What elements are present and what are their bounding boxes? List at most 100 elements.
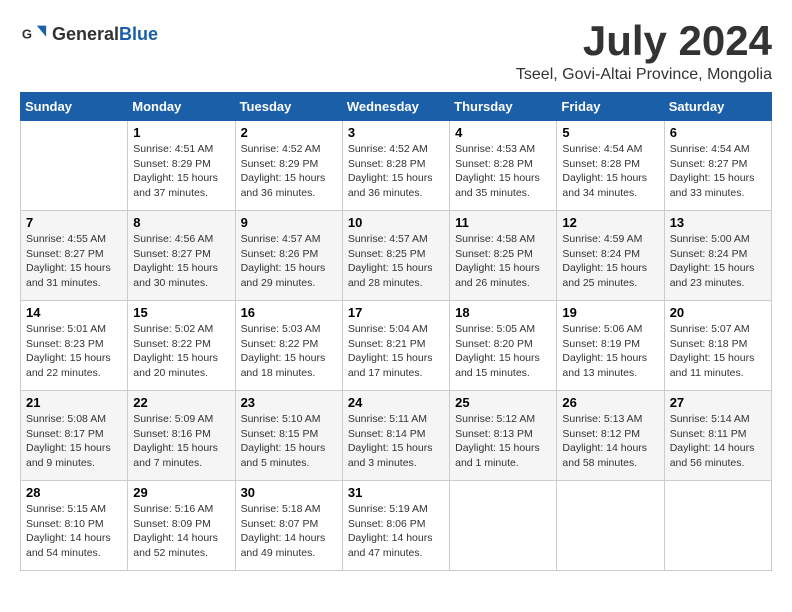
- day-cell: 14 Sunrise: 5:01 AM Sunset: 8:23 PM Dayli…: [21, 301, 128, 391]
- day-cell: 15 Sunrise: 5:02 AM Sunset: 8:22 PM Dayli…: [128, 301, 235, 391]
- day-content: Sunrise: 5:05 AM Sunset: 8:20 PM Dayligh…: [455, 322, 551, 381]
- day-content: Sunrise: 5:12 AM Sunset: 8:13 PM Dayligh…: [455, 412, 551, 471]
- day-cell: 19Sunrise: 5:06 AM Sunset: 8:19 PM Dayli…: [557, 301, 664, 391]
- day-cell: 9Sunrise: 4:57 AM Sunset: 8:26 PM Daylig…: [235, 211, 342, 301]
- day-cell: 6 Sunrise: 4:54 AM Sunset: 8:27 PM Daylig…: [664, 121, 771, 211]
- week-row-1: 1 Sunrise: 4:51 AM Sunset: 8:29 PM Daylig…: [21, 121, 772, 211]
- day-content: Sunrise: 5:16 AM Sunset: 8:09 PM Dayligh…: [133, 502, 229, 561]
- day-cell: 10 Sunrise: 4:57 AM Sunset: 8:25 PM Dayli…: [342, 211, 449, 301]
- svg-text:G: G: [22, 27, 32, 42]
- day-number: 23: [241, 395, 337, 410]
- day-content: Sunrise: 5:09 AM Sunset: 8:16 PM Dayligh…: [133, 412, 229, 471]
- week-row-2: 7Sunrise: 4:55 AM Sunset: 8:27 PM Daylig…: [21, 211, 772, 301]
- day-number: 28: [26, 485, 122, 500]
- calendar-table: SundayMondayTuesdayWednesdayThursdayFrid…: [20, 92, 772, 571]
- day-cell: [664, 481, 771, 571]
- day-number: 7: [26, 215, 122, 230]
- day-number: 1: [133, 125, 229, 140]
- day-cell: 8Sunrise: 4:56 AM Sunset: 8:27 PM Daylig…: [128, 211, 235, 301]
- day-content: Sunrise: 4:54 AM Sunset: 8:28 PM Dayligh…: [562, 142, 658, 201]
- header-row: SundayMondayTuesdayWednesdayThursdayFrid…: [21, 93, 772, 121]
- day-content: Sunrise: 5:18 AM Sunset: 8:07 PM Dayligh…: [241, 502, 337, 561]
- day-number: 31: [348, 485, 444, 500]
- day-number: 13: [670, 215, 766, 230]
- day-content: Sunrise: 5:01 AM Sunset: 8:23 PM Dayligh…: [26, 322, 122, 381]
- day-number: 30: [241, 485, 337, 500]
- day-cell: 2Sunrise: 4:52 AM Sunset: 8:29 PM Daylig…: [235, 121, 342, 211]
- day-cell: 20 Sunrise: 5:07 AM Sunset: 8:18 PM Dayli…: [664, 301, 771, 391]
- day-content: Sunrise: 5:11 AM Sunset: 8:14 PM Dayligh…: [348, 412, 444, 471]
- day-number: 19: [562, 305, 658, 320]
- logo-blue: Blue: [119, 24, 158, 44]
- day-number: 6: [670, 125, 766, 140]
- day-cell: 3Sunrise: 4:52 AM Sunset: 8:28 PM Daylig…: [342, 121, 449, 211]
- day-number: 20: [670, 305, 766, 320]
- day-number: 2: [241, 125, 337, 140]
- day-number: 27: [670, 395, 766, 410]
- day-number: 14: [26, 305, 122, 320]
- day-content: Sunrise: 5:08 AM Sunset: 8:17 PM Dayligh…: [26, 412, 122, 471]
- day-number: 5: [562, 125, 658, 140]
- day-content: Sunrise: 5:14 AM Sunset: 8:11 PM Dayligh…: [670, 412, 766, 471]
- day-number: 26: [562, 395, 658, 410]
- day-content: Sunrise: 5:02 AM Sunset: 8:22 PM Dayligh…: [133, 322, 229, 381]
- logo: G GeneralBlue: [20, 20, 158, 48]
- header-cell-saturday: Saturday: [664, 93, 771, 121]
- day-content: Sunrise: 4:57 AM Sunset: 8:25 PM Dayligh…: [348, 232, 444, 291]
- day-cell: 28 Sunrise: 5:15 AM Sunset: 8:10 PM Dayli…: [21, 481, 128, 571]
- day-cell: 25 Sunrise: 5:12 AM Sunset: 8:13 PM Dayli…: [450, 391, 557, 481]
- day-cell: 31 Sunrise: 5:19 AM Sunset: 8:06 PM Dayli…: [342, 481, 449, 571]
- day-number: 11: [455, 215, 551, 230]
- day-content: Sunrise: 4:59 AM Sunset: 8:24 PM Dayligh…: [562, 232, 658, 291]
- day-number: 25: [455, 395, 551, 410]
- header-cell-thursday: Thursday: [450, 93, 557, 121]
- day-content: Sunrise: 5:07 AM Sunset: 8:18 PM Dayligh…: [670, 322, 766, 381]
- day-number: 4: [455, 125, 551, 140]
- day-number: 15: [133, 305, 229, 320]
- day-number: 16: [241, 305, 337, 320]
- day-content: Sunrise: 5:15 AM Sunset: 8:10 PM Dayligh…: [26, 502, 122, 561]
- day-content: Sunrise: 4:53 AM Sunset: 8:28 PM Dayligh…: [455, 142, 551, 201]
- day-number: 10: [348, 215, 444, 230]
- day-content: Sunrise: 4:52 AM Sunset: 8:28 PM Dayligh…: [348, 142, 444, 201]
- day-cell: 4 Sunrise: 4:53 AM Sunset: 8:28 PM Daylig…: [450, 121, 557, 211]
- day-cell: 23Sunrise: 5:10 AM Sunset: 8:15 PM Dayli…: [235, 391, 342, 481]
- day-cell: 29 Sunrise: 5:16 AM Sunset: 8:09 PM Dayli…: [128, 481, 235, 571]
- day-cell: 22Sunrise: 5:09 AM Sunset: 8:16 PM Dayli…: [128, 391, 235, 481]
- day-content: Sunrise: 5:19 AM Sunset: 8:06 PM Dayligh…: [348, 502, 444, 561]
- day-cell: [450, 481, 557, 571]
- day-content: Sunrise: 4:58 AM Sunset: 8:25 PM Dayligh…: [455, 232, 551, 291]
- day-cell: 17Sunrise: 5:04 AM Sunset: 8:21 PM Dayli…: [342, 301, 449, 391]
- week-row-4: 21Sunrise: 5:08 AM Sunset: 8:17 PM Dayli…: [21, 391, 772, 481]
- day-number: 24: [348, 395, 444, 410]
- day-cell: 30 Sunrise: 5:18 AM Sunset: 8:07 PM Dayli…: [235, 481, 342, 571]
- day-number: 29: [133, 485, 229, 500]
- header-cell-tuesday: Tuesday: [235, 93, 342, 121]
- day-cell: 27 Sunrise: 5:14 AM Sunset: 8:11 PM Dayli…: [664, 391, 771, 481]
- day-cell: 18Sunrise: 5:05 AM Sunset: 8:20 PM Dayli…: [450, 301, 557, 391]
- day-content: Sunrise: 4:51 AM Sunset: 8:29 PM Dayligh…: [133, 142, 229, 201]
- location-title: Tseel, Govi-Altai Province, Mongolia: [516, 66, 772, 84]
- day-number: 17: [348, 305, 444, 320]
- day-cell: 1 Sunrise: 4:51 AM Sunset: 8:29 PM Daylig…: [128, 121, 235, 211]
- day-cell: 16Sunrise: 5:03 AM Sunset: 8:22 PM Dayli…: [235, 301, 342, 391]
- header: G GeneralBlue July 2024 Tseel, Govi-Alta…: [20, 20, 772, 84]
- day-cell: [21, 121, 128, 211]
- day-number: 8: [133, 215, 229, 230]
- day-cell: [557, 481, 664, 571]
- title-area: July 2024 Tseel, Govi-Altai Province, Mo…: [516, 20, 772, 84]
- day-cell: 26 Sunrise: 5:13 AM Sunset: 8:12 PM Dayli…: [557, 391, 664, 481]
- day-number: 12: [562, 215, 658, 230]
- day-content: Sunrise: 5:13 AM Sunset: 8:12 PM Dayligh…: [562, 412, 658, 471]
- day-cell: 7Sunrise: 4:55 AM Sunset: 8:27 PM Daylig…: [21, 211, 128, 301]
- day-cell: 5 Sunrise: 4:54 AM Sunset: 8:28 PM Daylig…: [557, 121, 664, 211]
- day-cell: 24 Sunrise: 5:11 AM Sunset: 8:14 PM Dayli…: [342, 391, 449, 481]
- month-title: July 2024: [516, 20, 772, 62]
- header-cell-wednesday: Wednesday: [342, 93, 449, 121]
- day-cell: 11 Sunrise: 4:58 AM Sunset: 8:25 PM Dayli…: [450, 211, 557, 301]
- header-cell-sunday: Sunday: [21, 93, 128, 121]
- header-cell-monday: Monday: [128, 93, 235, 121]
- day-number: 9: [241, 215, 337, 230]
- day-cell: 12 Sunrise: 4:59 AM Sunset: 8:24 PM Dayli…: [557, 211, 664, 301]
- day-content: Sunrise: 4:54 AM Sunset: 8:27 PM Dayligh…: [670, 142, 766, 201]
